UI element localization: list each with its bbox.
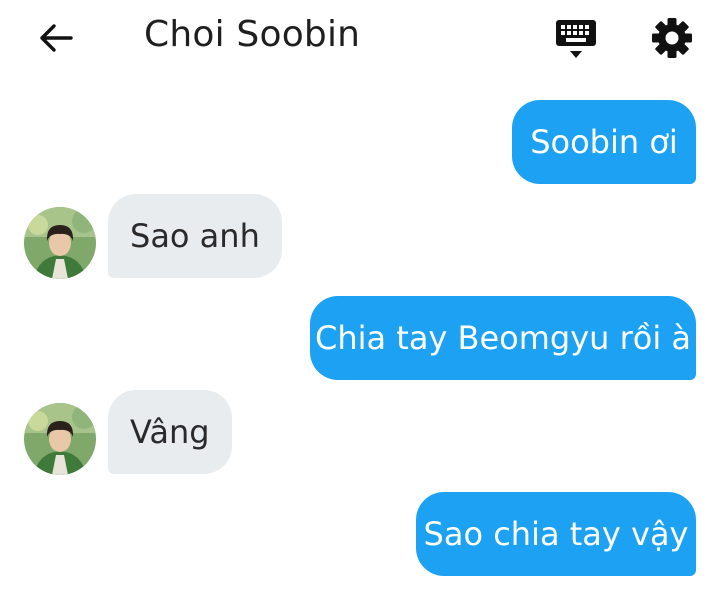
chat-header: Choi Soobin	[0, 0, 720, 80]
avatar-photo	[24, 207, 96, 279]
message-text: Chia tay Beomgyu rồi à	[314, 319, 692, 357]
chat-title: Choi Soobin	[144, 14, 361, 55]
chat-screen: Choi Soobin Soobin ơi Sao anh Chia tay B…	[0, 0, 720, 591]
message-text: Soobin ơi	[530, 123, 678, 161]
incoming-message[interactable]: Sao anh	[108, 194, 282, 278]
avatar-photo	[24, 403, 96, 475]
keyboard-icon	[556, 20, 596, 58]
outgoing-message[interactable]: Sao chia tay vậy	[416, 492, 696, 576]
settings-button[interactable]	[648, 14, 696, 62]
outgoing-message[interactable]: Soobin ơi	[512, 100, 696, 184]
incoming-message[interactable]: Vâng	[108, 390, 232, 474]
arrow-left-icon	[40, 24, 73, 52]
gear-icon	[652, 18, 692, 58]
message-text: Vâng	[130, 413, 210, 451]
outgoing-message[interactable]: Chia tay Beomgyu rồi à	[310, 296, 696, 380]
message-text: Sao anh	[130, 217, 260, 255]
avatar[interactable]	[24, 403, 96, 475]
message-text: Sao chia tay vậy	[423, 515, 689, 553]
avatar[interactable]	[24, 207, 96, 279]
keyboard-button[interactable]	[552, 16, 600, 62]
back-button[interactable]	[34, 18, 78, 58]
